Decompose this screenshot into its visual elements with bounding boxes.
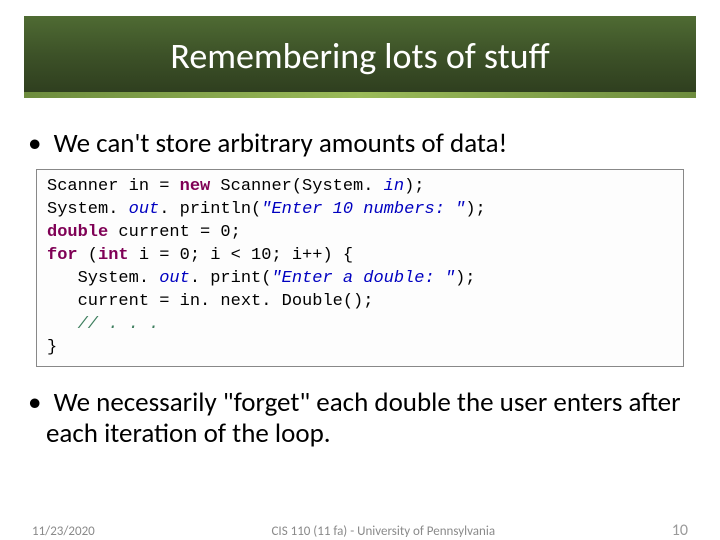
code-text: . println( — [159, 200, 261, 219]
code-keyword: double — [47, 223, 108, 242]
code-keyword: int — [98, 246, 129, 265]
code-text: } — [47, 338, 57, 357]
bullet-1: We can't store arbitrary amounts of data… — [46, 128, 684, 159]
slide-body: We can't store arbitrary amounts of data… — [0, 100, 720, 449]
code-text: current = in. next. Double(); — [47, 292, 373, 311]
code-text: ); — [404, 177, 424, 196]
code-text: ( — [78, 246, 98, 265]
slide-footer: 11/23/2020 CIS 110 (11 fa) - University … — [0, 521, 720, 540]
code-text: i = 0; i < 10; i++) { — [129, 246, 353, 265]
footer-date: 11/23/2020 — [32, 524, 95, 539]
code-field: in — [384, 177, 404, 196]
code-keyword: new — [180, 177, 211, 196]
code-text: current = 0; — [108, 223, 241, 242]
code-text: Scanner in = — [47, 177, 180, 196]
code-text: System. — [47, 200, 129, 219]
code-text: System. — [47, 269, 159, 288]
code-field: out — [159, 269, 190, 288]
code-string: "Enter a double: " — [271, 269, 455, 288]
code-text: . print( — [190, 269, 272, 288]
footer-center: CIS 110 (11 fa) - University of Pennsylv… — [95, 524, 672, 539]
code-text: ); — [455, 269, 475, 288]
code-comment: // . . . — [47, 315, 159, 334]
slide: { "title": "Remembering lots of stuff", … — [0, 16, 720, 540]
code-block: Scanner in = new Scanner(System. in); Sy… — [36, 169, 684, 367]
code-text: Scanner(System. — [210, 177, 383, 196]
slide-title: Remembering lots of stuff — [24, 16, 696, 92]
code-keyword: for — [47, 246, 78, 265]
footer-page-number: 10 — [672, 521, 688, 540]
bullet-2: We necessarily "forget" each double the … — [46, 387, 684, 449]
code-field: out — [129, 200, 160, 219]
code-string: "Enter 10 numbers: " — [261, 200, 465, 219]
code-text: ); — [465, 200, 485, 219]
